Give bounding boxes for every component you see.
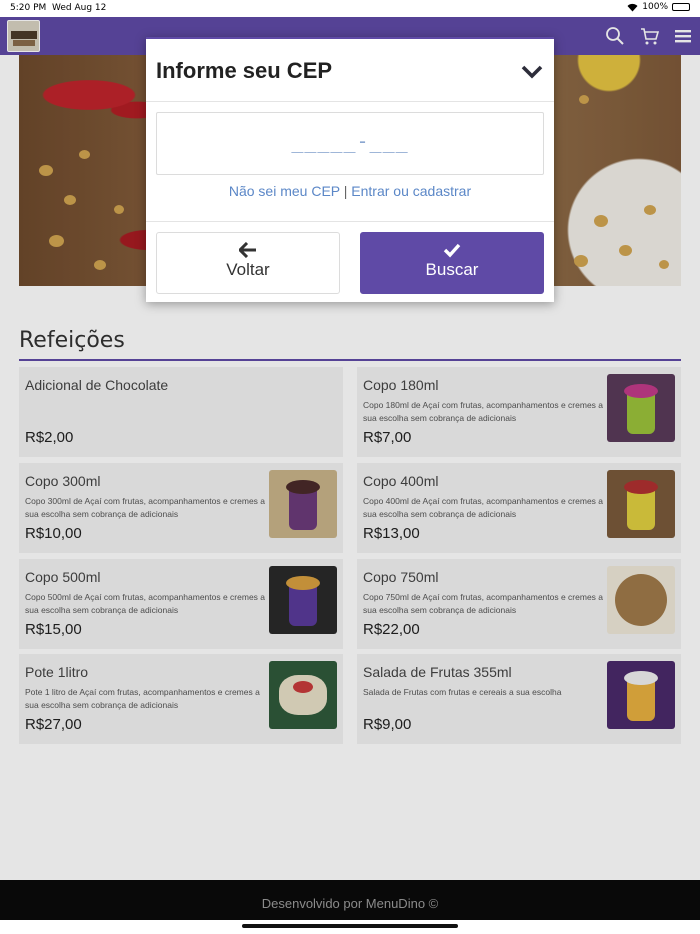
link-separator: | bbox=[343, 183, 348, 199]
home-indicator[interactable] bbox=[242, 924, 458, 928]
search-button[interactable]: Buscar bbox=[360, 232, 544, 294]
check-icon bbox=[443, 243, 461, 258]
cep-links: Não sei meu CEP | Entrar ou cadastrar bbox=[146, 183, 554, 199]
modal-divider bbox=[146, 101, 554, 102]
status-date: Wed Aug 12 bbox=[52, 3, 107, 13]
login-register-link[interactable]: Entrar ou cadastrar bbox=[351, 183, 471, 199]
wifi-icon bbox=[627, 3, 638, 11]
search-button-label: Buscar bbox=[425, 260, 479, 279]
cep-modal: Informe seu CEP _____-___ Não sei meu CE… bbox=[146, 37, 554, 302]
status-bar: 5:20 PM Wed Aug 12 100% bbox=[0, 0, 700, 17]
battery-percent: 100% bbox=[642, 2, 668, 12]
back-button-label: Voltar bbox=[226, 260, 270, 279]
back-button[interactable]: Voltar bbox=[156, 232, 340, 294]
unknown-cep-link[interactable]: Não sei meu CEP bbox=[229, 183, 340, 199]
modal-divider bbox=[146, 221, 554, 222]
battery-icon bbox=[672, 3, 690, 11]
arrow-left-icon bbox=[239, 242, 256, 258]
status-right: 100% bbox=[627, 2, 690, 12]
chevron-down-icon[interactable] bbox=[520, 61, 544, 81]
cep-input[interactable]: _____-___ bbox=[156, 112, 544, 175]
modal-title: Informe seu CEP bbox=[156, 58, 333, 83]
status-time: 5:20 PM bbox=[10, 3, 47, 13]
